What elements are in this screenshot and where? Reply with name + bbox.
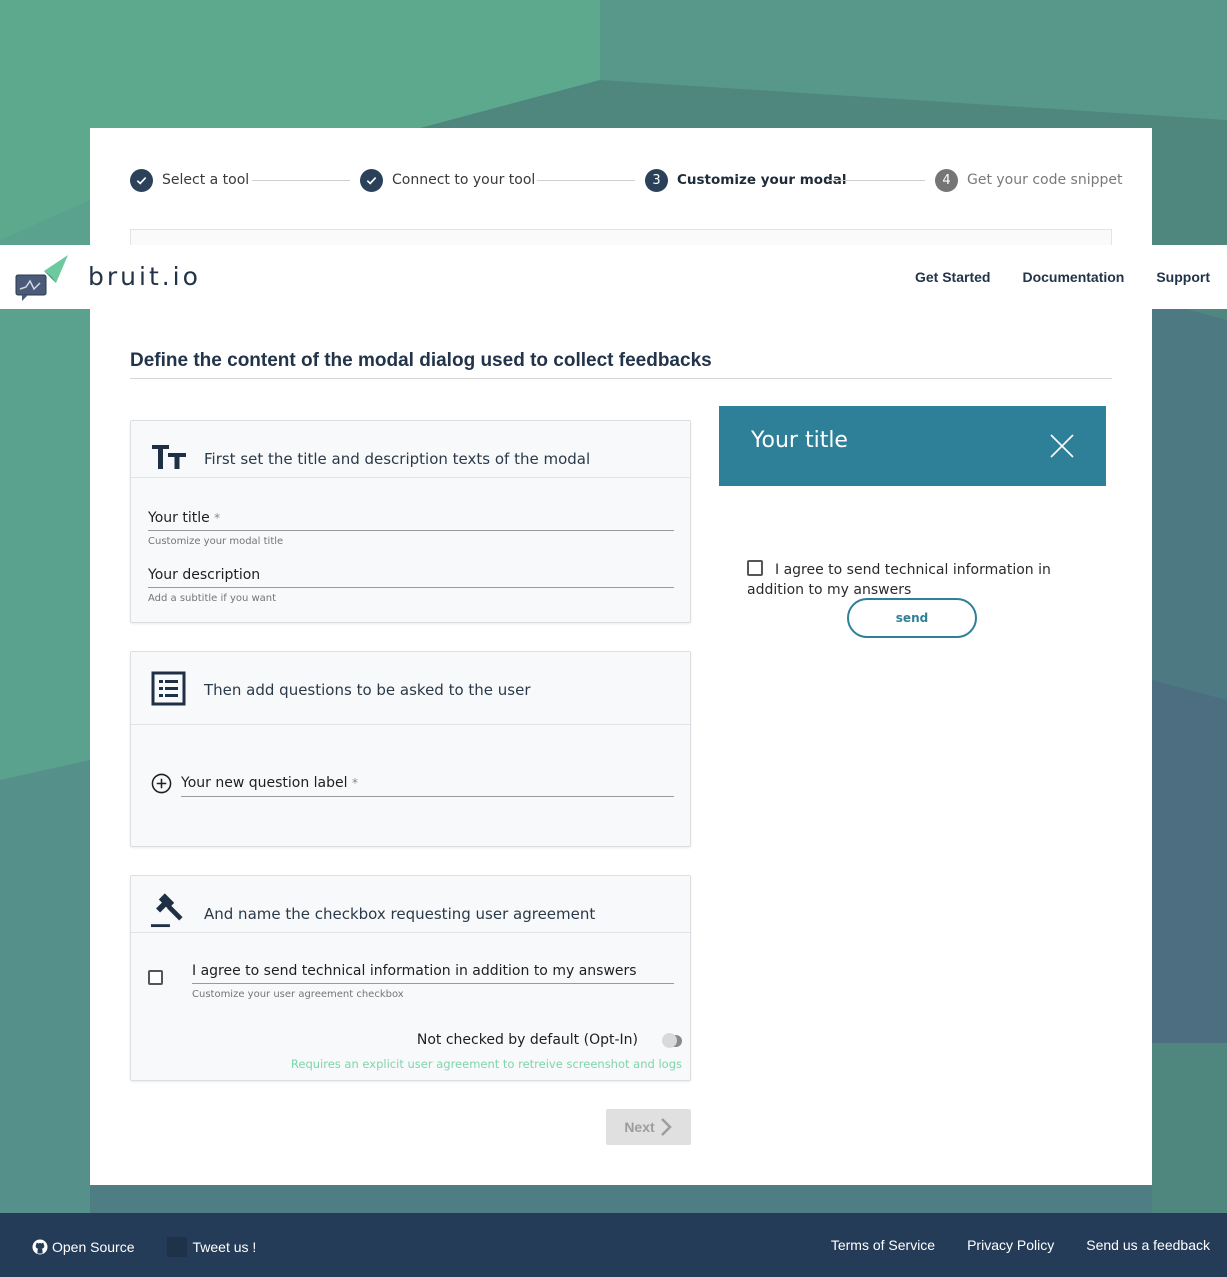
next-button[interactable]: Next	[606, 1109, 691, 1145]
title-description-panel: First set the title and description text…	[130, 420, 691, 623]
agreement-label: I agree to send technical information in…	[192, 963, 674, 984]
agreement-checkbox[interactable]	[148, 970, 163, 985]
description-field-hint: Add a subtitle if you want	[148, 593, 277, 604]
chevron-right-icon	[660, 1118, 672, 1136]
description-field-label: Your description	[148, 567, 261, 583]
github-icon	[32, 1239, 48, 1255]
description-field[interactable]: Your description Add a subtitle if you w…	[148, 567, 674, 604]
footer-privacy[interactable]: Privacy Policy	[967, 1237, 1054, 1253]
list-icon	[151, 671, 186, 706]
section-divider	[130, 378, 1112, 379]
preview-agreement-text: I agree to send technical information in…	[747, 562, 1051, 598]
section-title: Define the content of the modal dialog u…	[130, 350, 712, 371]
nav-support[interactable]: Support	[1156, 269, 1210, 285]
footer-tweet-us[interactable]: Tweet us !	[193, 1239, 257, 1255]
title-field-label: Your title	[148, 510, 210, 526]
step-number: 4	[935, 168, 958, 192]
title-field[interactable]: Your title * Customize your modal title	[148, 510, 674, 547]
requirement-note: Requires an explicit user agreement to r…	[290, 1057, 682, 1071]
opt-in-toggle[interactable]	[662, 1033, 682, 1048]
required-mark: *	[351, 776, 358, 790]
panel-heading: Then add questions to be asked to the us…	[204, 681, 531, 699]
questions-panel: Then add questions to be asked to the us…	[130, 651, 691, 847]
footer-open-source[interactable]: Open Source	[52, 1239, 135, 1255]
nav-documentation[interactable]: Documentation	[1022, 269, 1124, 285]
step-select-tool[interactable]: Select a tool	[130, 168, 249, 192]
text-size-icon	[152, 445, 186, 469]
panel-header: First set the title and description text…	[131, 421, 690, 478]
next-label: Next	[624, 1119, 655, 1135]
step-connector	[537, 180, 635, 181]
preview-agreement-checkbox[interactable]	[747, 560, 763, 576]
new-question-input[interactable]: Your new question label *	[181, 775, 674, 797]
panel-header: And name the checkbox requesting user ag…	[131, 876, 690, 933]
step-number: 3	[645, 168, 668, 192]
check-icon	[130, 168, 153, 192]
panel-header: Then add questions to be asked to the us…	[131, 652, 690, 725]
toggle-knob	[662, 1033, 677, 1048]
panel-heading: First set the title and description text…	[204, 450, 591, 468]
footer: Open Source Tweet us ! Terms of Service …	[0, 1213, 1227, 1277]
send-button[interactable]: send	[847, 598, 977, 638]
nav-get-started[interactable]: Get Started	[915, 269, 990, 285]
step-customize-modal[interactable]: 3 Customize your modal	[645, 168, 846, 192]
step-label: Customize your modal	[677, 172, 847, 188]
panel-heading: And name the checkbox requesting user ag…	[204, 905, 596, 923]
gavel-icon	[151, 893, 183, 928]
new-question-label: Your new question label	[181, 775, 348, 791]
brand-name[interactable]: bruit.io	[88, 262, 201, 291]
modal-preview-header: Your title	[719, 406, 1106, 486]
agreement-panel: And name the checkbox requesting user ag…	[130, 875, 691, 1081]
footer-feedback[interactable]: Send us a feedback	[1086, 1237, 1210, 1253]
step-label: Connect to your tool	[392, 172, 536, 188]
close-icon[interactable]	[1050, 434, 1074, 458]
agreement-hint: Customize your user agreement checkbox	[192, 989, 404, 1000]
step-label: Get your code snippet	[967, 172, 1123, 188]
top-navbar: bruit.io Get Started Documentation Suppo…	[0, 245, 1227, 309]
main-nav: Get Started Documentation Support	[915, 269, 1210, 285]
modal-preview-title: Your title	[751, 428, 848, 453]
stepper: Select a tool Connect to your tool 3 Cus…	[130, 168, 1122, 194]
opt-in-toggle-row: Not checked by default (Opt-In)	[417, 1032, 682, 1048]
footer-terms[interactable]: Terms of Service	[831, 1237, 935, 1253]
step-label: Select a tool	[162, 172, 250, 188]
twitter-icon	[166, 1237, 187, 1257]
footer-left-links: Open Source Tweet us !	[32, 1237, 256, 1257]
new-question-row: Your new question label *	[151, 773, 674, 797]
step-connect-tool[interactable]: Connect to your tool	[360, 168, 535, 192]
bruit-logo-icon[interactable]	[14, 251, 70, 303]
step-connector	[827, 180, 925, 181]
check-icon	[360, 168, 383, 192]
step-connector	[252, 180, 350, 181]
agreement-label-field[interactable]: I agree to send technical information in…	[192, 963, 674, 1000]
add-circle-icon[interactable]	[151, 773, 172, 794]
opt-in-toggle-label: Not checked by default (Opt-In)	[416, 1032, 638, 1048]
modal-preview-agreement: I agree to send technical information in…	[747, 560, 1077, 600]
required-mark: *	[214, 511, 221, 525]
title-field-hint: Customize your modal title	[148, 536, 284, 547]
footer-right-links: Terms of Service Privacy Policy Send us …	[831, 1237, 1210, 1253]
step-code-snippet[interactable]: 4 Get your code snippet	[935, 168, 1122, 192]
